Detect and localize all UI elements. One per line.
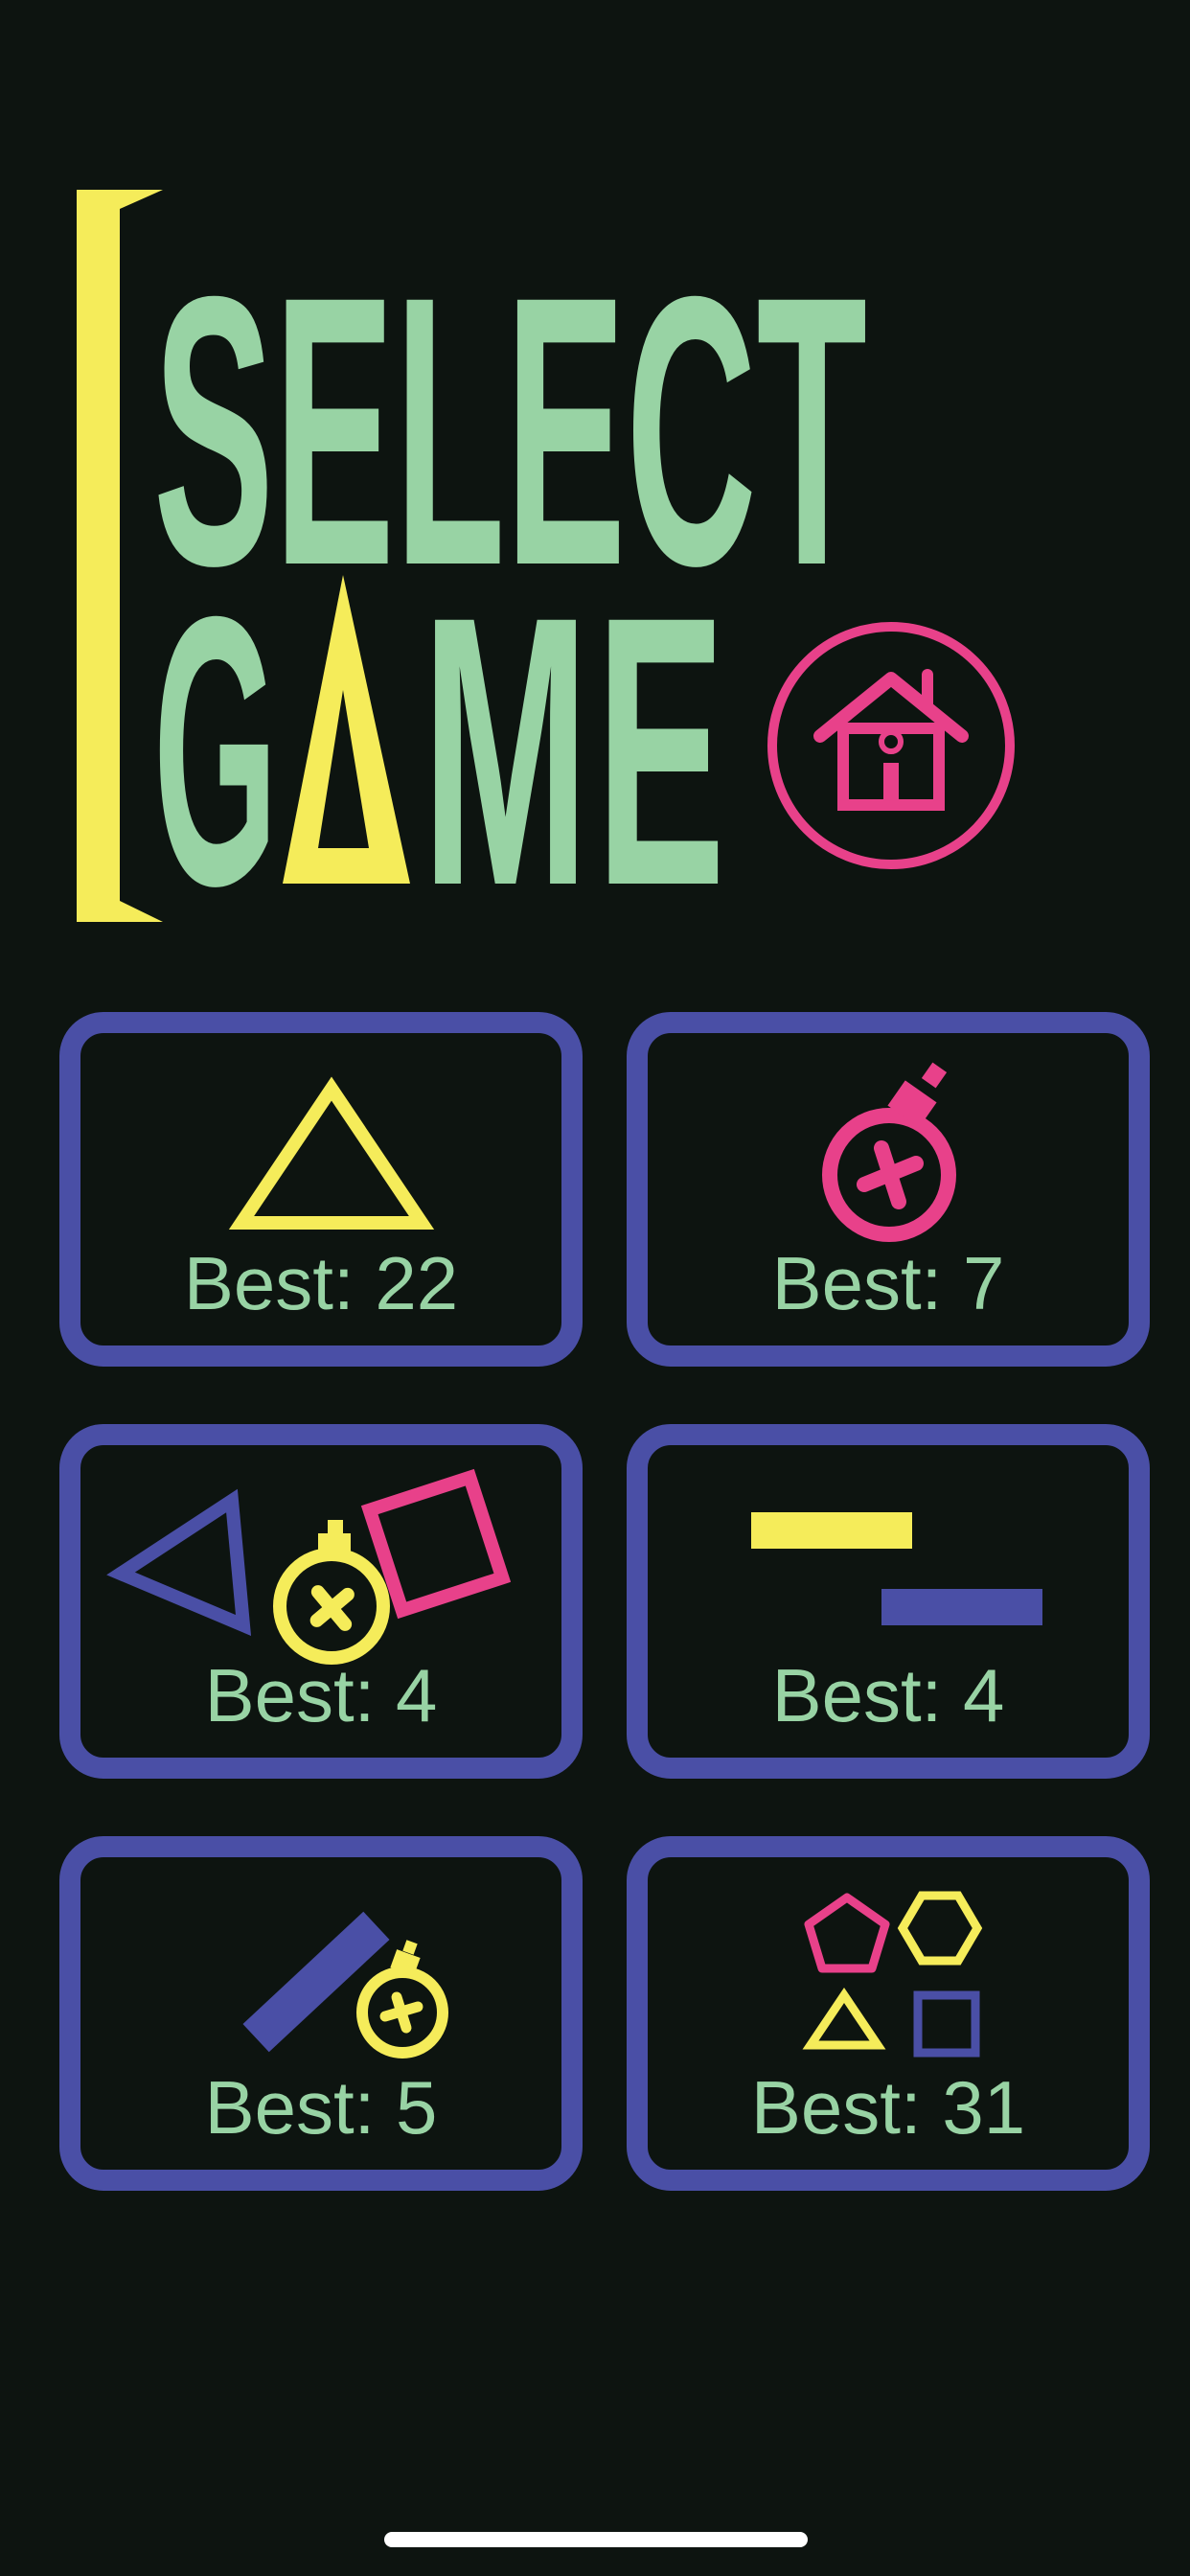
best-score: Best: 5 (204, 2065, 438, 2150)
game-card-bars[interactable]: Best: 4 (627, 1424, 1150, 1779)
best-score: Best: 4 (771, 1653, 1005, 1737)
home-icon (767, 622, 1015, 869)
game-card-shapes[interactable]: Best: 31 (627, 1836, 1150, 2191)
home-button[interactable] (765, 619, 1018, 872)
best-score: Best: 7 (771, 1241, 1005, 1325)
bracket-decoration (77, 190, 163, 922)
game-card-bomb[interactable]: Best: 7 (627, 1012, 1150, 1367)
best-score: Best: 4 (204, 1653, 438, 1737)
game-card-stick-bomb[interactable]: Best: 5 (59, 1836, 583, 2191)
title-letter-e: E (596, 537, 725, 958)
best-score: Best: 22 (183, 1241, 459, 1325)
best-score: Best: 31 (750, 2065, 1026, 2150)
title-letter-g: G (153, 537, 278, 958)
title-letter-m: M (422, 537, 589, 958)
home-indicator-bar[interactable] (384, 2532, 808, 2547)
game-card-triangle[interactable]: Best: 22 (59, 1012, 583, 1367)
game-card-shapes-bomb[interactable]: Best: 4 (59, 1424, 583, 1779)
